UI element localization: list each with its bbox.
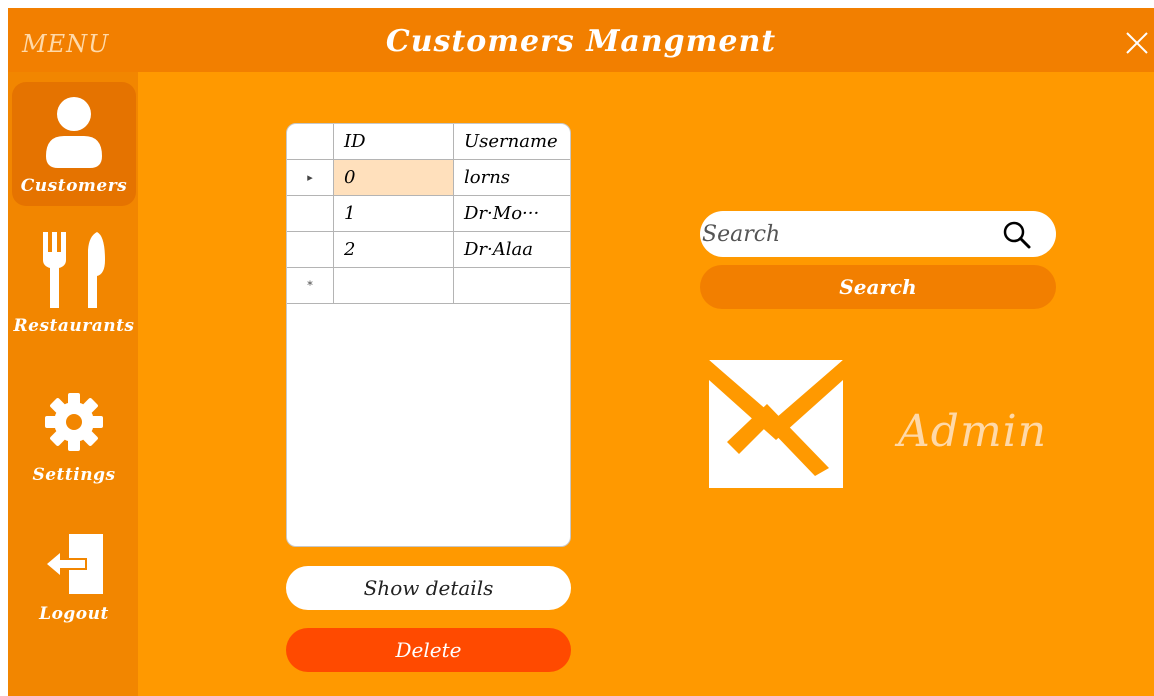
sidebar-item-label: Customers bbox=[20, 176, 128, 196]
sidebar: Customers Restaurants Settings Logout bbox=[8, 72, 138, 696]
user-icon bbox=[46, 97, 102, 168]
customers-grid[interactable]: ID Username ▸ 0 lorns 1 Dr·Mo··· 2 Dr·Al… bbox=[286, 123, 571, 547]
cell-username[interactable]: Dr·Alaa bbox=[454, 232, 570, 268]
column-header-username[interactable]: Username bbox=[454, 124, 570, 160]
new-row[interactable]: * bbox=[287, 268, 570, 304]
sidebar-item-restaurants[interactable]: Restaurants bbox=[12, 222, 136, 352]
sidebar-item-customers[interactable]: Customers bbox=[12, 82, 136, 206]
sidebar-item-label: Logout bbox=[39, 604, 109, 624]
row-header-corner bbox=[287, 124, 334, 160]
user-role-label: Admin bbox=[898, 406, 1048, 457]
cell-id[interactable]: 1 bbox=[334, 196, 454, 232]
show-details-button[interactable]: Show details bbox=[286, 566, 571, 610]
search-input[interactable] bbox=[702, 217, 992, 251]
sidebar-item-label: Settings bbox=[32, 465, 116, 485]
row-selector[interactable]: ▸ bbox=[287, 160, 334, 196]
sidebar-item-settings[interactable]: Settings bbox=[12, 377, 136, 497]
logout-icon bbox=[43, 534, 103, 594]
table-row[interactable]: 1 Dr·Mo··· bbox=[287, 196, 570, 232]
cell-username[interactable]: Dr·Mo··· bbox=[454, 196, 570, 232]
fork-knife-icon bbox=[43, 232, 105, 308]
app-window: MENU Customers Mangment Customers Restau… bbox=[8, 8, 1154, 696]
cell-id[interactable]: 2 bbox=[334, 232, 454, 268]
table-row[interactable]: ▸ 0 lorns bbox=[287, 160, 570, 196]
app-logo bbox=[709, 360, 843, 488]
sidebar-item-logout[interactable]: Logout bbox=[12, 520, 136, 640]
row-selector[interactable] bbox=[287, 196, 334, 232]
close-icon[interactable] bbox=[1124, 30, 1150, 56]
search-button[interactable]: Search bbox=[700, 265, 1056, 309]
grid-header-row: ID Username bbox=[287, 124, 570, 160]
row-selector[interactable] bbox=[287, 232, 334, 268]
column-header-id[interactable]: ID bbox=[334, 124, 454, 160]
table-row[interactable]: 2 Dr·Alaa bbox=[287, 232, 570, 268]
page-title: Customers Mangment bbox=[385, 24, 777, 59]
title-bar: MENU Customers Mangment bbox=[8, 8, 1154, 72]
cell-id[interactable] bbox=[334, 268, 454, 304]
cell-username[interactable]: lorns bbox=[454, 160, 570, 196]
new-row-marker[interactable]: * bbox=[287, 268, 334, 304]
sidebar-item-label: Restaurants bbox=[13, 316, 135, 336]
gear-icon bbox=[45, 393, 103, 451]
search-icon[interactable] bbox=[1002, 220, 1032, 250]
delete-button[interactable]: Delete bbox=[286, 628, 571, 672]
cell-username[interactable] bbox=[454, 268, 570, 304]
cell-id[interactable]: 0 bbox=[334, 160, 454, 196]
search-field[interactable] bbox=[700, 211, 1056, 257]
